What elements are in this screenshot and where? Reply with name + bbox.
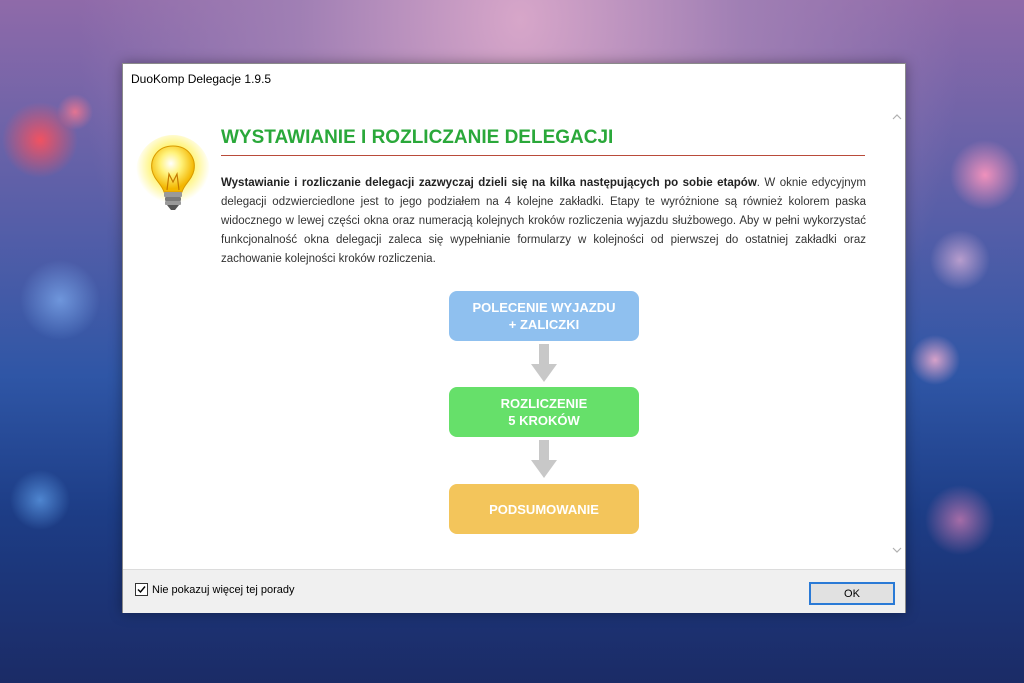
scroll-down-icon[interactable] <box>892 545 902 555</box>
ok-button[interactable]: OK <box>809 582 895 605</box>
flow-step-settlement-line1: ROZLICZENIE <box>500 396 588 411</box>
scroll-up-icon[interactable] <box>892 112 902 122</box>
arrow-down-icon <box>531 440 557 478</box>
flow-step-summary-label: PODSUMOWANIE <box>489 501 599 517</box>
flow-step-order: POLECENIE WYJAZDU + ZALICZKI <box>449 291 639 341</box>
flow-step-order-line1: POLECENIE WYJAZDU <box>472 300 616 315</box>
tip-heading: WYSTAWIANIE I ROZLICZANIE DELEGACJI <box>221 127 865 156</box>
tip-content: WYSTAWIANIE I ROZLICZANIE DELEGACJI Wyst… <box>123 94 891 569</box>
dont-show-again-label[interactable]: Nie pokazuj więcej tej porady <box>152 584 294 596</box>
flow-step-order-line2: + ZALICZKI <box>508 317 580 332</box>
tip-paragraph-bold: Wystawianie i rozliczanie delegacji zazw… <box>221 177 757 189</box>
ok-button-label: OK <box>844 588 860 600</box>
dont-show-again-checkbox[interactable] <box>135 583 148 596</box>
dont-show-again[interactable]: Nie pokazuj więcej tej porady <box>135 583 294 596</box>
flow-step-summary: PODSUMOWANIE <box>449 484 639 534</box>
dialog-footer: Nie pokazuj więcej tej porady OK <box>123 569 905 613</box>
arrow-down-icon <box>531 344 557 382</box>
flow-step-settlement: ROZLICZENIE 5 KROKÓW <box>449 387 639 437</box>
tip-dialog: DuoKomp Delegacje 1.9.5 WYSTAWIANIE I RO… <box>122 63 906 613</box>
window-title: DuoKomp Delegacje 1.9.5 <box>123 64 905 94</box>
checkmark-icon <box>137 586 146 594</box>
lightbulb-icon <box>136 135 210 210</box>
tip-paragraph: Wystawianie i rozliczanie delegacji zazw… <box>221 174 866 269</box>
vertical-scrollbar[interactable] <box>889 94 905 569</box>
flow-step-settlement-line2: 5 KROKÓW <box>508 413 580 428</box>
tip-paragraph-rest: . W oknie edycyjnym delegacji odzwiercie… <box>221 177 866 265</box>
